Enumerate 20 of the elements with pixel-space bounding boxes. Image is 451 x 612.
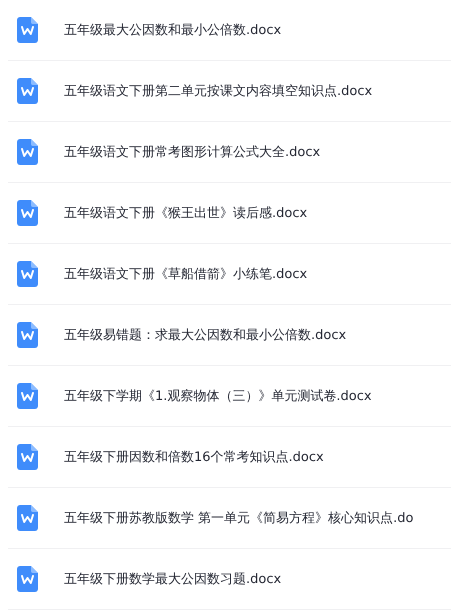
file-name[interactable]: 五年级下册数学最大公因数习题.docx — [64, 570, 282, 588]
file-name[interactable]: 五年级语文下册第二单元按课文内容填空知识点.docx — [64, 82, 372, 100]
document-icon — [17, 444, 38, 470]
document-icon — [17, 200, 38, 226]
document-icon — [17, 261, 38, 287]
document-icon — [17, 17, 38, 43]
document-icon — [17, 322, 38, 348]
file-name[interactable]: 五年级下学期《1.观察物体（三）》单元测试卷.docx — [64, 387, 372, 405]
document-icon — [17, 505, 38, 531]
file-name[interactable]: 五年级易错题：求最大公因数和最小公倍数.docx — [64, 326, 346, 344]
file-name[interactable]: 五年级最大公因数和最小公倍数.docx — [64, 21, 282, 39]
document-icon — [17, 139, 38, 165]
file-name[interactable]: 五年级下册苏教版数学 第一单元《简易方程》核心知识点.do — [64, 509, 414, 527]
file-name[interactable]: 五年级下册因数和倍数16个常考知识点.docx — [64, 448, 324, 466]
file-name[interactable]: 五年级语文下册《草船借箭》小练笔.docx — [64, 265, 308, 283]
document-icon — [17, 383, 38, 409]
file-name[interactable]: 五年级语文下册常考图形计算公式大全.docx — [64, 143, 320, 161]
document-icon — [17, 78, 38, 104]
document-icon — [17, 566, 38, 592]
file-name[interactable]: 五年级语文下册《猴王出世》读后感.docx — [64, 204, 308, 222]
